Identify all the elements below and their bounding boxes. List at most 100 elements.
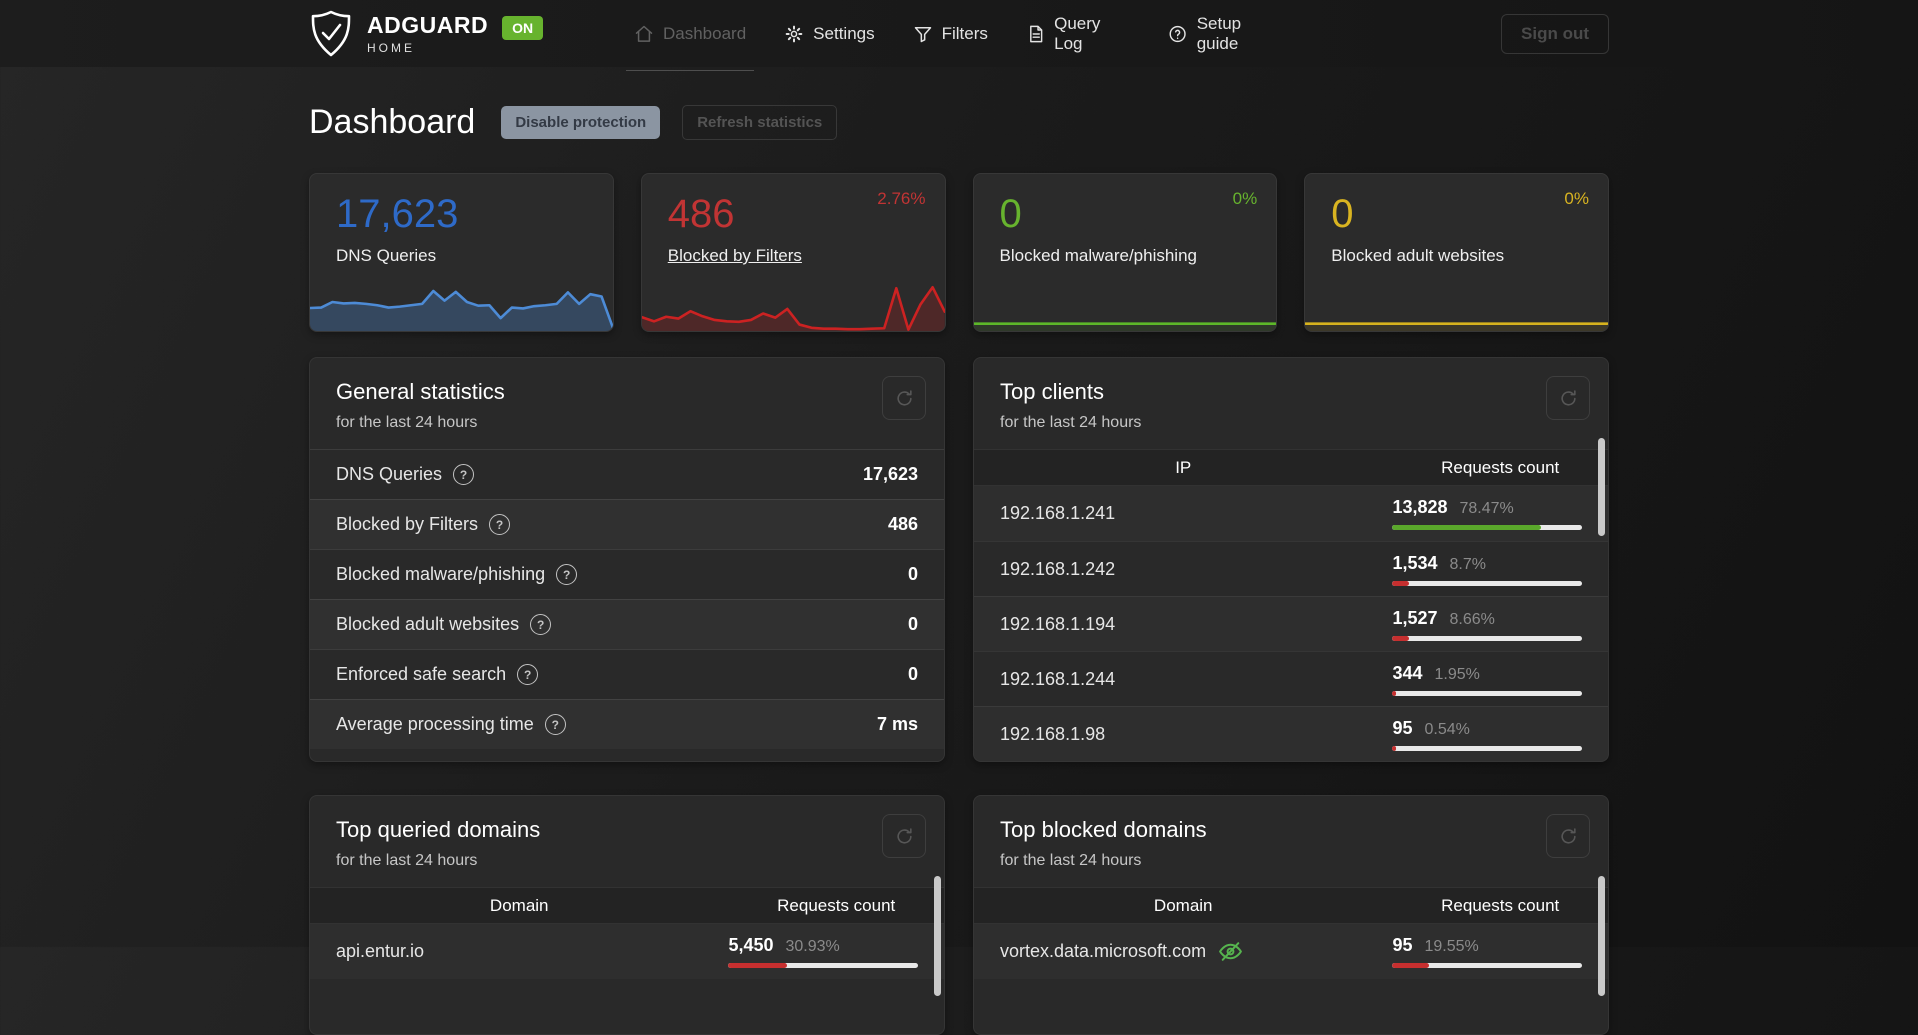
refresh-panel-button[interactable] — [1546, 814, 1590, 858]
requests-count: 1,527 — [1392, 607, 1438, 628]
scrollbar-thumb[interactable] — [934, 876, 941, 996]
stat-label: DNS Queries — [336, 464, 443, 484]
sign-out-button[interactable]: Sign out — [1501, 13, 1609, 54]
column-header-domain: Domain — [1153, 895, 1213, 915]
adguard-logo[interactable]: ADGUARD HOME ON — [309, 10, 544, 58]
count-line: 95 19.55% — [1392, 935, 1582, 956]
card-dns-queries: 17,623 DNS Queries — [309, 173, 614, 332]
protection-status-badge: ON — [502, 15, 544, 40]
table-row: vortex.data.microsoft.com 95 19.55% — [974, 924, 1608, 979]
card-blocked-malware: 0% 0 Blocked malware/phishing — [972, 173, 1278, 332]
refresh-icon — [1560, 827, 1576, 844]
card-value: 17,623 — [336, 192, 459, 236]
stat-cards-row: 17,623 DNS Queries 2.76% 486 Blocked by … — [309, 173, 1609, 332]
help-icon[interactable] — [544, 714, 566, 735]
help-icon[interactable] — [453, 464, 475, 485]
help-icon[interactable] — [556, 564, 578, 585]
requests-count: 13,828 — [1392, 497, 1448, 517]
progress-bar-fill — [1392, 525, 1542, 530]
disable-protection-button[interactable]: Disable protection — [501, 106, 661, 139]
row-label: api.entur.io — [336, 941, 425, 961]
nav-label: Filters — [941, 23, 988, 43]
brand-sub: HOME — [367, 40, 415, 55]
main-nav: Dashboard Settings Filters Query Log Set… — [625, 0, 1284, 71]
eye-off-icon — [1219, 942, 1242, 961]
stat-row: Blocked adult websites 0 — [310, 599, 944, 649]
refresh-panel-button[interactable] — [1546, 376, 1590, 420]
row-main-cell: 192.168.1.241 — [974, 503, 1392, 524]
requests-percent: 0.54% — [1424, 720, 1470, 738]
scrollbar-thumb[interactable] — [1598, 876, 1605, 996]
top-blocked-table: vortex.data.microsoft.com 95 19.55% — [974, 924, 1608, 979]
card-blocked-by-filters: 2.76% 486 Blocked by Filters — [640, 173, 946, 332]
panel-title: General statistics — [336, 379, 505, 404]
stat-label-wrap: Blocked malware/phishing — [336, 564, 578, 585]
general-statistics-panel: General statistics for the last 24 hours… — [309, 357, 945, 762]
adult-sparkline — [1305, 285, 1608, 331]
general-statistics-list: DNS Queries 17,623 Blocked by Filters 48… — [310, 449, 944, 749]
shield-logo-icon — [311, 10, 351, 56]
progress-bar — [728, 963, 918, 968]
panel-title: Top clients — [1000, 379, 1104, 404]
requests-percent: 78.47% — [1459, 500, 1514, 517]
page-title: Dashboard — [309, 103, 476, 141]
stat-row: Enforced safe search 0 — [310, 649, 944, 699]
page-header: Dashboard Disable protection Refresh sta… — [309, 103, 1609, 142]
refresh-icon — [896, 827, 912, 844]
refresh-panel-button[interactable] — [882, 376, 926, 420]
table-header: Domain Requests count — [974, 887, 1608, 924]
brand-name: ADGUARD — [367, 11, 489, 38]
row-main-cell: vortex.data.microsoft.com — [974, 939, 1392, 964]
malware-sparkline — [973, 285, 1277, 331]
stat-row: Blocked malware/phishing 0 — [310, 549, 944, 599]
row-main-cell: 192.168.1.242 — [974, 559, 1392, 580]
column-header-requests: Requests count — [1441, 457, 1560, 477]
refresh-panel-button[interactable] — [882, 814, 926, 858]
requests-cell: 13,828 78.47% — [1392, 497, 1608, 530]
table-header: Domain Requests count — [310, 887, 944, 924]
refresh-statistics-button[interactable]: Refresh statistics — [682, 105, 838, 140]
column-header-requests: Requests count — [777, 895, 896, 915]
home-icon — [635, 25, 653, 42]
nav-item-setup-guide[interactable]: Setup guide — [1168, 0, 1284, 67]
nav-item-query-log[interactable]: Query Log — [1026, 0, 1131, 67]
table-row: 192.168.1.244 344 1.95% — [974, 651, 1608, 706]
query-log-icon — [1029, 25, 1043, 42]
stat-row: DNS Queries 17,623 — [310, 449, 944, 499]
table-row: 192.168.1.194 1,527 8.66% — [974, 596, 1608, 651]
requests-cell: 1,534 8.7% — [1392, 553, 1608, 586]
progress-bar-fill — [728, 963, 788, 968]
requests-count: 344 — [1392, 662, 1423, 683]
nav-label: Query Log — [1054, 13, 1101, 53]
nav-item-filters[interactable]: Filters — [913, 0, 988, 67]
column-header-domain: Domain — [489, 895, 549, 915]
requests-percent: 1.95% — [1434, 665, 1480, 683]
row-main-cell: 192.168.1.194 — [974, 614, 1392, 635]
row-label: 192.168.1.98 — [1000, 723, 1106, 744]
column-header-ip: IP — [1175, 457, 1192, 477]
row-main-cell: 192.168.1.244 — [974, 669, 1392, 690]
row-label: 192.168.1.244 — [1000, 668, 1116, 689]
blocked-by-filters-link[interactable]: Blocked by Filters — [668, 246, 802, 266]
stat-label: Blocked malware/phishing — [336, 564, 546, 584]
stat-value: 0 — [907, 564, 918, 584]
progress-bar — [1392, 690, 1582, 696]
nav-item-settings[interactable]: Settings — [784, 0, 875, 67]
help-icon[interactable] — [517, 664, 539, 685]
dns-queries-sparkline — [310, 285, 613, 331]
progress-bar-fill — [1392, 690, 1397, 696]
scrollbar-thumb[interactable] — [1598, 438, 1605, 536]
nav-item-dashboard[interactable]: Dashboard — [625, 0, 755, 71]
row-label: 192.168.1.242 — [1000, 558, 1116, 579]
row-label: 192.168.1.241 — [1000, 503, 1116, 523]
stat-value: 17,623 — [862, 464, 918, 484]
panel-subtitle: for the last 24 hours — [336, 852, 478, 869]
panel-subtitle: for the last 24 hours — [336, 414, 478, 431]
row-label: 192.168.1.194 — [1000, 613, 1116, 634]
row-label: vortex.data.microsoft.com — [1000, 941, 1207, 961]
table-row: api.entur.io 5,450 30.93% — [310, 924, 944, 979]
requests-percent: 8.66% — [1449, 610, 1495, 628]
help-icon[interactable] — [530, 614, 552, 635]
progress-bar — [1392, 963, 1582, 968]
help-icon[interactable] — [489, 514, 511, 535]
